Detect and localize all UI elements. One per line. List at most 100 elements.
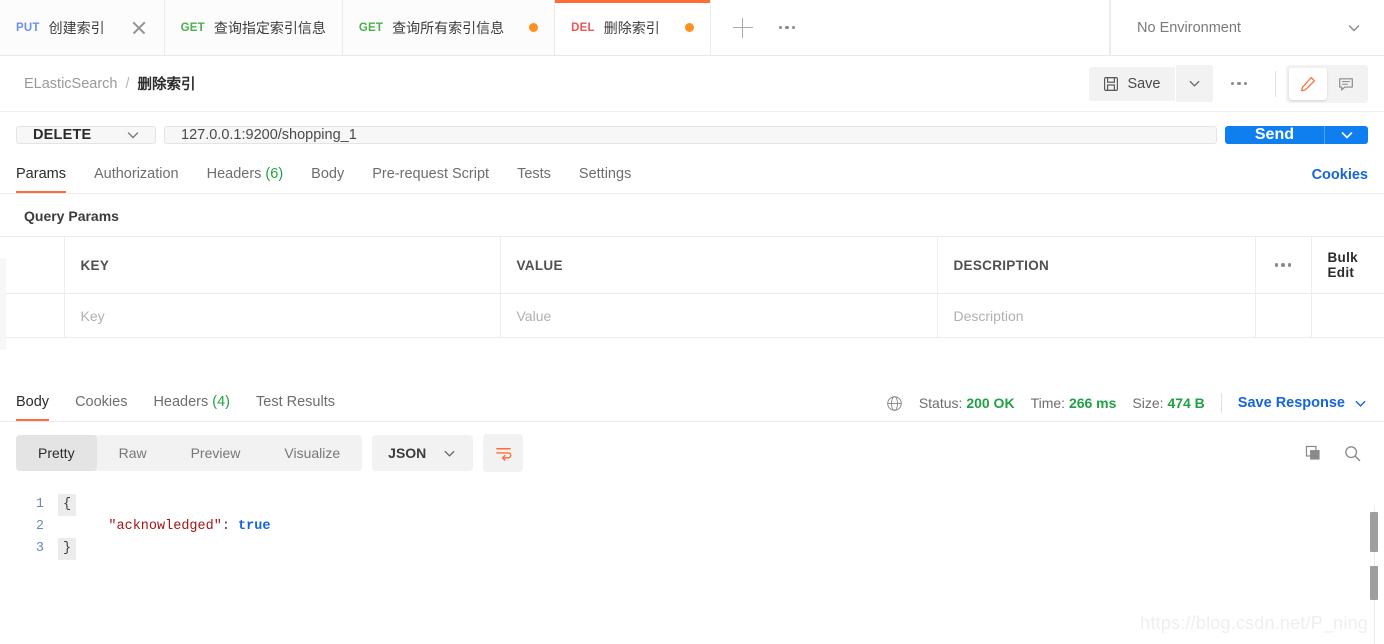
response-tab-cookies[interactable]: Cookies xyxy=(75,384,127,421)
fold-marker[interactable]: } xyxy=(58,538,76,560)
chevron-down-icon xyxy=(444,450,455,457)
response-tab-cookies-label: Cookies xyxy=(75,393,128,410)
response-tab-headers[interactable]: Headers (4) xyxy=(153,384,230,421)
tab-body[interactable]: Body xyxy=(311,156,344,193)
column-header-value: VALUE xyxy=(500,236,938,294)
url-bar: DELETE 127.0.0.1:9200/shopping_1 Send xyxy=(0,112,1384,156)
request-config-tab-list: Params Authorization Headers (6) Body Pr… xyxy=(16,156,631,193)
size-value: 474 B xyxy=(1167,395,1205,411)
response-body-tools xyxy=(1304,444,1368,463)
watermark: https://blog.csdn.net/P_ning xyxy=(1140,613,1368,633)
breadcrumb-collection[interactable]: ELasticSearch xyxy=(24,76,118,92)
tab-settings-label: Settings xyxy=(578,165,632,182)
response-language-selector[interactable]: JSON xyxy=(372,435,474,471)
floppy-disk-icon xyxy=(1104,76,1119,91)
tab-bar-more-icon[interactable] xyxy=(778,25,796,30)
send-options-button[interactable] xyxy=(1324,126,1368,144)
breadcrumb: ELasticSearch / 删除索引 xyxy=(24,73,196,94)
value-input[interactable]: Value xyxy=(500,293,938,338)
column-header-description: DESCRIPTION xyxy=(937,236,1256,294)
save-button[interactable]: Save xyxy=(1089,66,1175,101)
unsaved-changes-dot-icon xyxy=(529,23,539,32)
tab-method-label: GET xyxy=(180,21,205,34)
view-visualize-button[interactable]: Visualize xyxy=(262,435,362,471)
row-spacer-cell xyxy=(1311,293,1384,338)
request-tab-create-index[interactable]: PUT 创建索引 xyxy=(0,0,165,55)
save-options-button[interactable] xyxy=(1175,65,1213,102)
status-group: Status: 200 OK xyxy=(919,395,1015,411)
response-language-value: JSON xyxy=(388,445,427,461)
description-input[interactable]: Description xyxy=(937,293,1256,338)
request-tab-get-index-info[interactable]: GET 查询指定索引信息 xyxy=(164,0,343,55)
bulk-edit-button[interactable]: Bulk Edit xyxy=(1311,236,1384,294)
response-tab-body[interactable]: Body xyxy=(16,384,50,421)
send-button-label: Send xyxy=(1254,126,1294,143)
tab-title: 创建索引 xyxy=(48,19,105,36)
tab-title: 删除索引 xyxy=(603,19,660,36)
response-tab-body-label: Body xyxy=(16,393,50,410)
send-button[interactable]: Send xyxy=(1224,126,1324,144)
tab-authorization[interactable]: Authorization xyxy=(94,156,179,193)
globe-icon xyxy=(887,395,902,411)
request-more-actions-button[interactable] xyxy=(1213,81,1266,86)
code-content: "acknowledged": true xyxy=(76,516,270,538)
tab-headers[interactable]: Headers (6) xyxy=(207,156,284,193)
tab-headers-count: (6) xyxy=(265,165,284,182)
environment-selector[interactable]: No Environment xyxy=(1110,0,1384,55)
request-header-bar: ELasticSearch / 删除索引 Save xyxy=(0,56,1384,112)
time-value: 266 ms xyxy=(1068,395,1117,411)
url-input[interactable]: 127.0.0.1:9200/shopping_1 xyxy=(164,126,1217,144)
chevron-down-icon xyxy=(127,132,139,139)
environment-label: No Environment xyxy=(1137,19,1241,36)
request-tab-get-all-index-info[interactable]: GET 查询所有索引信息 xyxy=(342,0,556,55)
tab-body-label: Body xyxy=(311,165,345,182)
key-input[interactable]: Key xyxy=(64,293,501,338)
tab-settings[interactable]: Settings xyxy=(579,156,631,193)
search-icon[interactable] xyxy=(1343,444,1362,463)
column-header-key: KEY xyxy=(64,236,501,294)
tab-pre-request-script[interactable]: Pre-request Script xyxy=(372,156,489,193)
word-wrap-button[interactable] xyxy=(483,434,524,472)
fold-marker[interactable]: { xyxy=(58,494,76,516)
view-preview-button[interactable]: Preview xyxy=(169,435,263,471)
response-tab-test-results[interactable]: Test Results xyxy=(256,384,335,421)
response-scrollbar-thumb-inner[interactable] xyxy=(1370,566,1378,600)
query-params-table-body: Key Value Description xyxy=(0,293,1384,338)
line-number: 2 xyxy=(35,519,44,534)
response-format-bar: Pretty Raw Preview Visualize JSON xyxy=(0,422,1384,482)
save-response-button[interactable]: Save Response xyxy=(1238,395,1368,411)
cookies-link[interactable]: Cookies xyxy=(1312,167,1368,183)
view-pretty-button[interactable]: Pretty xyxy=(16,435,97,471)
divider xyxy=(1220,393,1222,413)
tab-params[interactable]: Params xyxy=(16,156,66,193)
json-colon: : xyxy=(221,519,239,534)
more-icon xyxy=(1272,263,1295,267)
tab-bar-actions xyxy=(710,0,1110,55)
copy-icon[interactable] xyxy=(1304,444,1323,463)
json-value: true xyxy=(238,519,271,534)
tab-trailing xyxy=(684,23,694,32)
table-options-button[interactable] xyxy=(1255,236,1312,294)
row-checkbox-cell[interactable] xyxy=(0,293,65,338)
comments-button[interactable] xyxy=(1327,68,1365,100)
code-line: 3 } xyxy=(0,538,1384,560)
breadcrumb-separator: / xyxy=(125,75,130,92)
comment-icon xyxy=(1339,77,1353,91)
new-tab-icon[interactable] xyxy=(732,17,753,38)
line-number: 3 xyxy=(35,541,44,556)
send-button-group: Send xyxy=(1224,126,1368,144)
response-scrollbar-thumb-outer[interactable] xyxy=(1370,512,1378,552)
fold-marker xyxy=(58,516,76,538)
request-tab-delete-index[interactable]: DEL 删除索引 xyxy=(555,0,711,55)
tab-tests[interactable]: Tests xyxy=(517,156,551,193)
view-raw-button[interactable]: Raw xyxy=(97,435,169,471)
edit-mode-button[interactable] xyxy=(1289,67,1327,100)
close-icon[interactable] xyxy=(130,19,148,37)
breadcrumb-request-name: 删除索引 xyxy=(137,77,196,93)
http-method-value: DELETE xyxy=(33,127,92,143)
http-method-selector[interactable]: DELETE xyxy=(16,126,156,144)
query-params-table-head: KEY VALUE DESCRIPTION Bulk Edit xyxy=(0,236,1384,294)
response-body-viewer[interactable]: 1 { 2 "acknowledged": true 3 } xyxy=(0,482,1384,560)
tab-method-label: DEL xyxy=(571,21,595,34)
tab-tests-label: Tests xyxy=(517,165,551,182)
